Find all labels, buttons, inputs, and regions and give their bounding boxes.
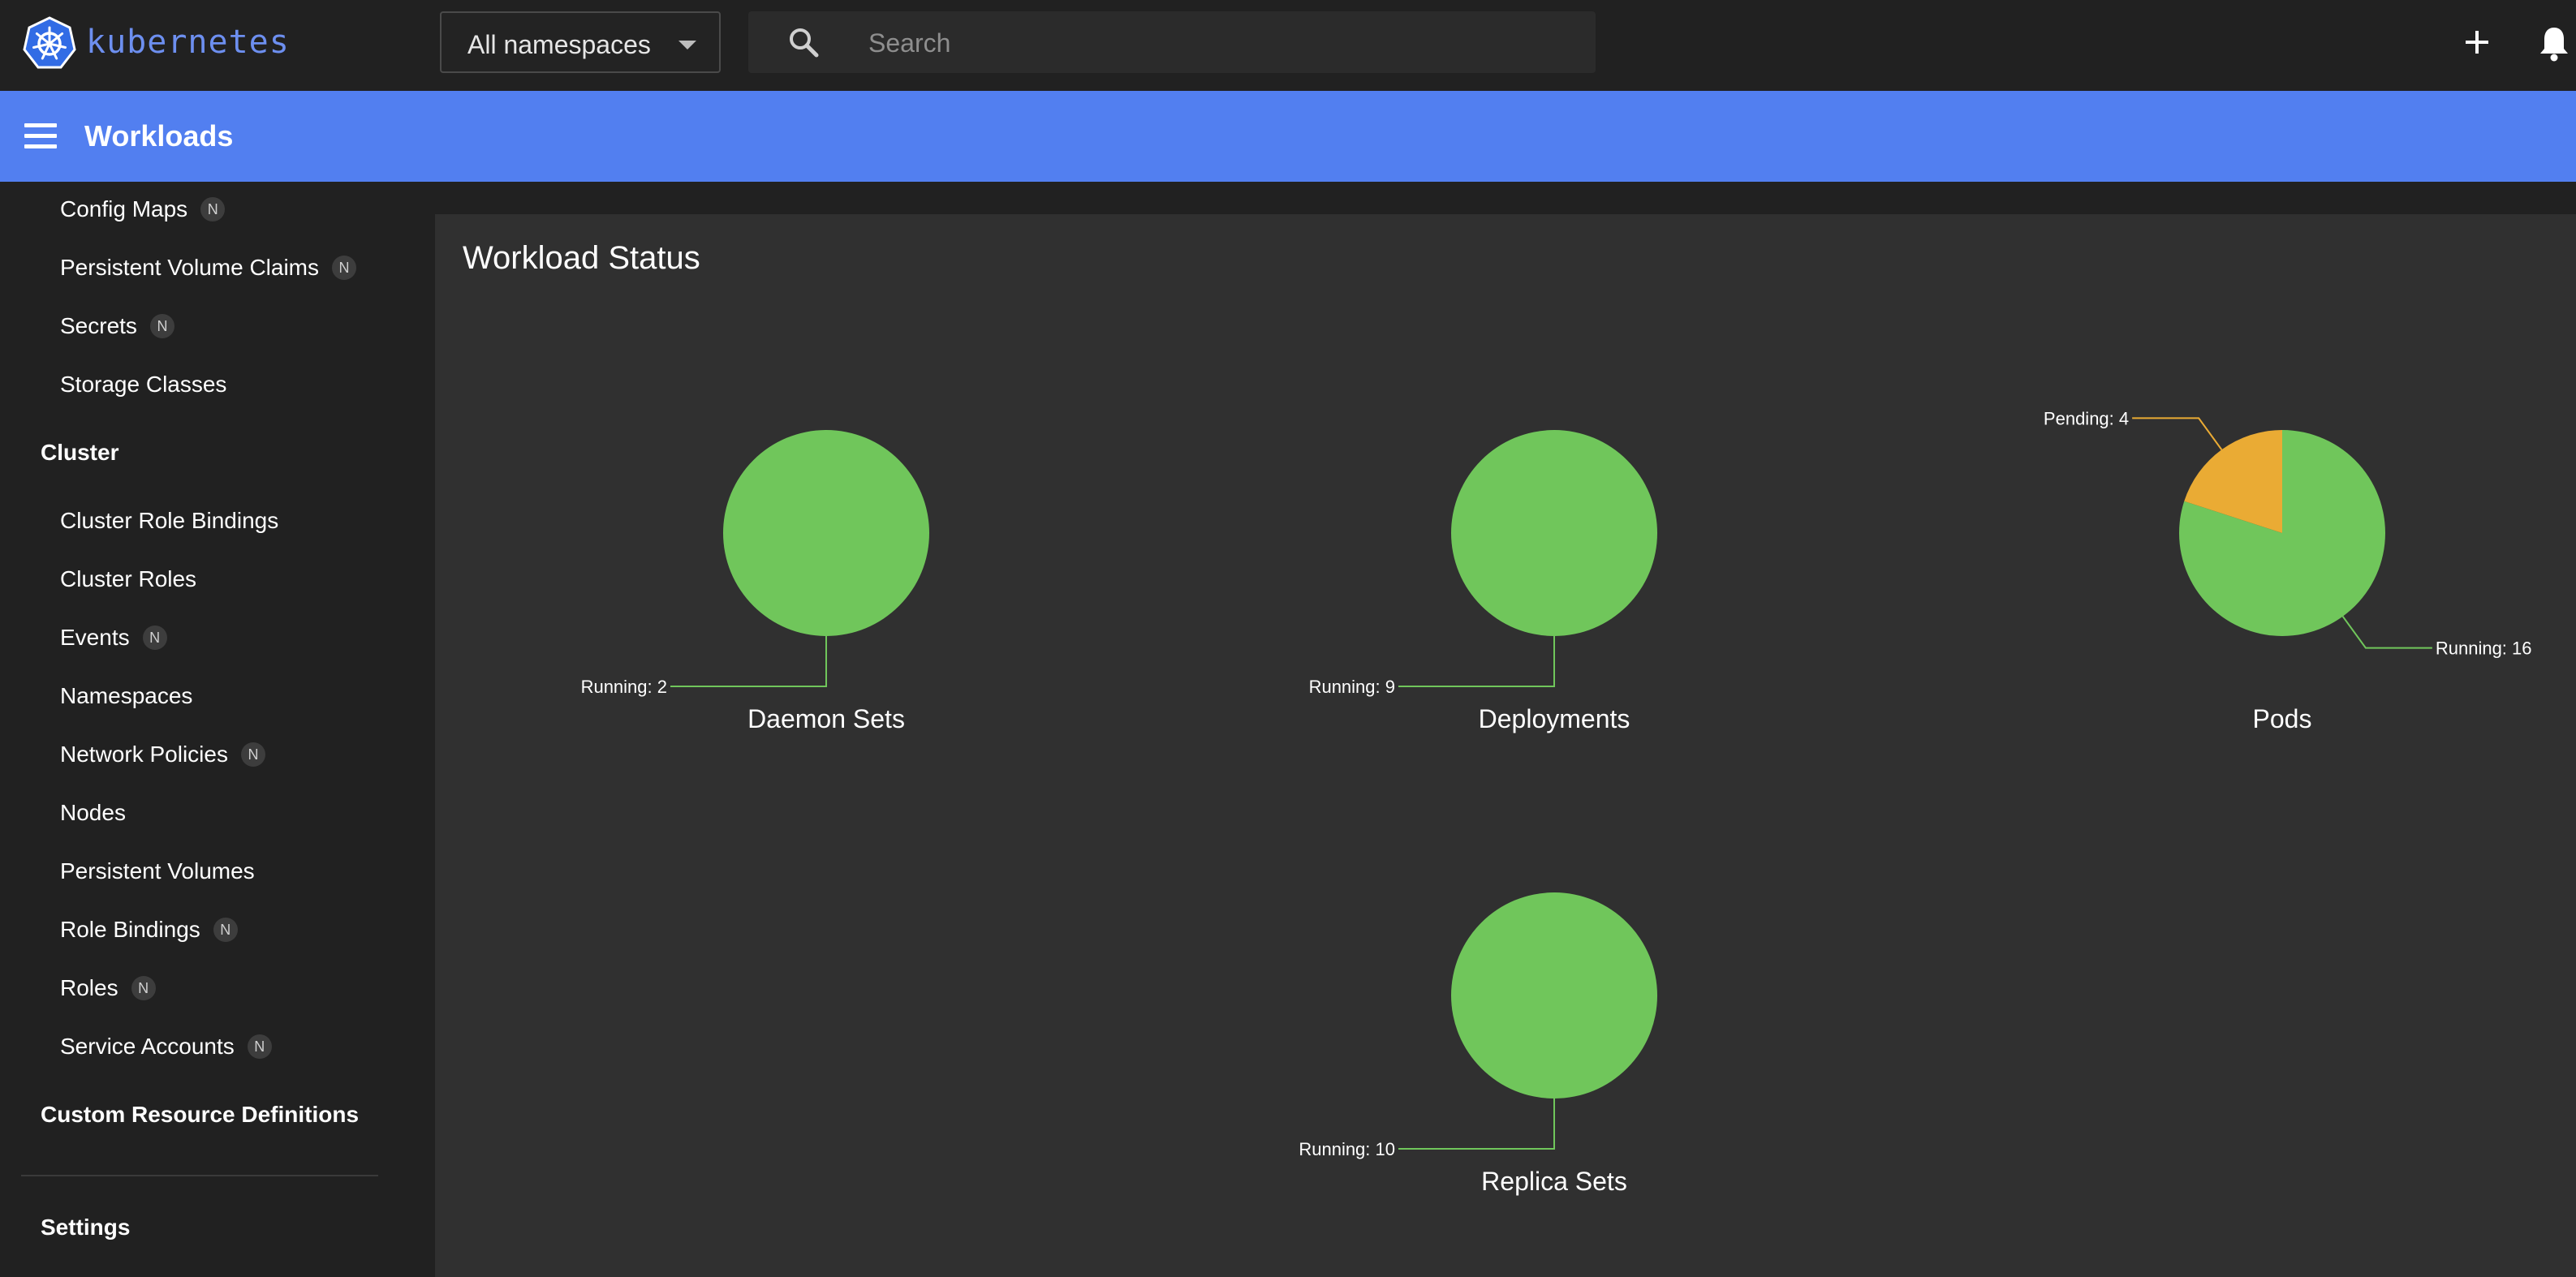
sidebar-item-config-maps[interactable]: Config Maps N [60, 196, 226, 223]
sidebar-item-roles[interactable]: Roles N [60, 974, 156, 1002]
sidebar-section-cluster[interactable]: Cluster [41, 439, 118, 467]
sidebar-item-service-accounts[interactable]: Service Accounts N [60, 1033, 272, 1060]
pods-chart-title[interactable]: Pods [2120, 703, 2445, 735]
replica-sets-slice-running-leader-line [1398, 1099, 1555, 1150]
namespaced-badge: N [200, 197, 226, 221]
kubernetes-helm-icon[interactable] [23, 16, 76, 70]
sidebar-item-namespaces[interactable]: Namespaces [60, 682, 192, 710]
sidebar-item-label: Service Accounts [60, 1034, 235, 1059]
sidebar-item-label: Persistent Volume Claims [60, 255, 320, 280]
top-bar: kubernetes All namespaces [0, 0, 2576, 91]
daemon-sets-pie[interactable]: Running: 2 [581, 430, 929, 697]
sidebar-section-settings[interactable]: Settings [41, 1214, 130, 1241]
sidebar-item-events[interactable]: Events N [60, 624, 167, 651]
caret-down-icon [678, 41, 696, 49]
replica-sets-chart-title[interactable]: Replica Sets [1392, 1165, 1717, 1197]
sidebar-item-secrets[interactable]: Secrets N [60, 312, 174, 340]
sidebar-item-persistent-volume-claims[interactable]: Persistent Volume Claims N [60, 254, 357, 282]
sidebar-item-network-policies[interactable]: Network Policies N [60, 741, 265, 768]
deployments-slice-running-leader-line [1398, 636, 1555, 687]
daemon-sets-slice-running-leader-line [670, 636, 827, 687]
hamburger-menu-icon[interactable] [24, 123, 57, 149]
namespace-select-value: All namespaces [467, 30, 651, 59]
sidebar-item-label: Events [60, 625, 130, 650]
sidebar-item-label: Persistent Volumes [60, 858, 255, 884]
page-header: Workloads [0, 91, 2576, 182]
search-icon [790, 28, 819, 58]
replica-sets-pie[interactable]: Running: 10 [1299, 892, 1657, 1159]
main-content: Workload Status Running: 2 Running: 9 Runn… [435, 182, 2576, 1277]
sidebar-item-label: Nodes [60, 800, 126, 825]
replica-sets-slice-running[interactable] [1451, 892, 1657, 1099]
sidebar-item-persistent-volumes[interactable]: Persistent Volumes [60, 858, 255, 885]
namespaced-badge: N [131, 976, 156, 1000]
replica-sets-slice-running-data-label: Running: 10 [1299, 1139, 1395, 1159]
sidebar-section-custom-resource-definitions[interactable]: Custom Resource Definitions [41, 1101, 359, 1129]
sidebar-item-label: Network Policies [60, 742, 228, 767]
sidebar-item-nodes[interactable]: Nodes [60, 799, 126, 827]
pods-slice-running-data-label: Running: 16 [2436, 638, 2532, 659]
deployments-chart-title[interactable]: Deployments [1392, 703, 1717, 735]
sidebar-item-label: Cluster Role Bindings [60, 508, 279, 533]
deployments-pie[interactable]: Running: 9 [1309, 430, 1657, 697]
pods-slice-pending-data-label: Pending: 4 [2044, 408, 2129, 428]
sidebar-item-cluster-roles[interactable]: Cluster Roles [60, 565, 196, 593]
namespace-select[interactable]: All namespaces [440, 11, 721, 73]
brand-name[interactable]: kubernetes [86, 23, 290, 62]
search-input[interactable] [867, 23, 1568, 63]
namespaced-badge: N [149, 314, 174, 338]
search-bar[interactable] [748, 11, 1596, 73]
bell-icon[interactable] [2532, 21, 2576, 67]
sidebar-nav: Config Maps N Persistent Volume Claims N… [0, 182, 435, 1277]
namespaced-badge: N [142, 626, 167, 650]
sidebar-item-role-bindings[interactable]: Role Bindings N [60, 916, 238, 944]
daemon-sets-chart-title[interactable]: Daemon Sets [664, 703, 989, 735]
namespaced-badge: N [247, 1034, 272, 1059]
plus-icon[interactable] [2454, 19, 2500, 65]
page-title: Workloads [84, 119, 234, 153]
pods-slice-running-leader-line [2341, 616, 2432, 649]
namespaced-badge: N [332, 256, 357, 280]
namespaced-badge: N [240, 742, 265, 767]
daemon-sets-slice-running[interactable] [723, 430, 929, 636]
sidebar-item-label: Roles [60, 975, 118, 1000]
sidebar-item-cluster-role-bindings[interactable]: Cluster Role Bindings [60, 507, 278, 535]
sidebar-item-label: Namespaces [60, 683, 193, 708]
pods-pie[interactable]: Running: 16 Pending: 4 [2044, 408, 2532, 658]
sidebar-item-label: Config Maps [60, 196, 188, 221]
namespaced-badge: N [213, 918, 238, 942]
workload-status-card: Workload Status Running: 2 Running: 9 Runn… [435, 214, 2576, 1277]
pods-slice-pending-leader-line [2132, 417, 2223, 450]
sidebar-divider [21, 1175, 378, 1176]
sidebar-item-label: Cluster Roles [60, 566, 197, 591]
deployments-slice-running[interactable] [1451, 430, 1657, 636]
sidebar-item-label: Role Bindings [60, 917, 200, 942]
workload-status-charts: Running: 2 Running: 9 Running: 16 Pending: … [581, 408, 2532, 1159]
daemon-sets-slice-running-data-label: Running: 2 [581, 677, 667, 697]
sidebar-item-label: Secrets [60, 313, 137, 338]
sidebar-item-label: Storage Classes [60, 372, 227, 397]
deployments-slice-running-data-label: Running: 9 [1309, 677, 1395, 697]
sidebar-item-storage-classes[interactable]: Storage Classes [60, 371, 226, 398]
